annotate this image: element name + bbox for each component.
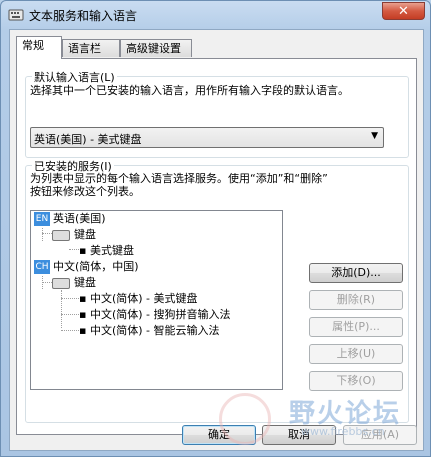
language-badge: CH: [34, 260, 50, 274]
watermark-logo-icon: [219, 393, 271, 445]
tree-item-label: 中文(简体) - 智能云输入法: [89, 324, 220, 337]
installed-services-description-2: 按钮来修改这个列表。: [30, 185, 140, 198]
default-language-description: 选择其中一个已安装的输入语言，用作所有输入字段的默认语言。: [30, 84, 349, 97]
close-button[interactable]: ✕: [382, 2, 425, 20]
tree-item-us-keyboard[interactable]: ▪ 美式键盘: [79, 243, 134, 259]
keyboard-icon: [52, 277, 70, 289]
tree-item-cloud-input[interactable]: ▪ 中文(简体) - 智能云输入法: [79, 323, 220, 339]
tree-line: [42, 228, 43, 241]
dialog-window: 文本服务和输入语言 ✕ 常规 语言栏 高级键设置 默认输入语言(L) 选择其中一…: [0, 0, 431, 457]
move-down-button[interactable]: 下移(O): [309, 371, 403, 391]
tree-item-english-keyboard[interactable]: 键盘: [52, 227, 96, 243]
default-language-title: 默认输入语言(L): [32, 69, 117, 85]
services-tree[interactable]: EN 英语(美国) 键盘 ▪ 美式键盘 CH 中文(简体，中国) 键盘 ▪ 中文…: [30, 210, 283, 390]
watermark-url: www.firebbs.cn: [301, 425, 385, 438]
close-icon: ✕: [398, 4, 409, 19]
tab-general[interactable]: 常规: [16, 36, 62, 59]
tree-item-label: 中文(简体) - 美式键盘: [89, 292, 198, 305]
bullet-icon: ▪: [79, 292, 90, 305]
general-tab-panel: 默认输入语言(L) 选择其中一个已安装的输入语言，用作所有输入字段的默认语言。 …: [16, 58, 417, 435]
bullet-icon: ▪: [79, 324, 90, 337]
installed-services-group: 已安装的服务(I) 为列表中显示的每个输入语言选择服务。使用“添加”和“删除” …: [25, 158, 409, 423]
keyboard-icon: [52, 229, 70, 241]
tab-advanced-key-settings[interactable]: 高级键设置: [120, 39, 192, 57]
dialog-body: 常规 语言栏 高级键设置 默认输入语言(L) 选择其中一个已安装的输入语言，用作…: [9, 29, 424, 451]
language-badge: EN: [34, 212, 50, 226]
default-language-group: 默认输入语言(L) 选择其中一个已安装的输入语言，用作所有输入字段的默认语言。 …: [25, 69, 409, 158]
tree-line: [61, 298, 79, 299]
add-button[interactable]: 添加(D)...: [309, 263, 403, 283]
tree-item-english[interactable]: EN 英语(美国): [34, 211, 106, 227]
tree-line: [69, 249, 79, 250]
move-up-button[interactable]: 上移(U): [309, 344, 403, 364]
tree-line: [61, 290, 62, 328]
default-language-select[interactable]: 英语(美国) - 美式键盘 ▼: [30, 127, 384, 148]
tree-item-chinese-keyboard[interactable]: 键盘: [52, 275, 96, 291]
default-language-value: 英语(美国) - 美式键盘: [34, 133, 142, 146]
tree-item-label: 美式键盘: [89, 244, 134, 257]
bullet-icon: ▪: [79, 244, 90, 257]
tree-item-label: 键盘: [74, 228, 96, 241]
properties-button[interactable]: 属性(P)...: [309, 317, 403, 337]
tree-line: [42, 282, 52, 283]
tree-line: [61, 314, 79, 315]
bullet-icon: ▪: [79, 308, 90, 321]
tree-item-label: 中文(简体) - 搜狗拼音输入法: [89, 308, 231, 321]
keyboard-app-icon: [8, 9, 24, 21]
tree-item-chinese-us-keyboard[interactable]: ▪ 中文(简体) - 美式键盘: [79, 291, 198, 307]
window-title: 文本服务和输入语言: [29, 9, 138, 23]
tree-item-label: 键盘: [74, 276, 96, 289]
tree-item-label: 英语(美国): [53, 212, 106, 225]
installed-services-description-1: 为列表中显示的每个输入语言选择服务。使用“添加”和“删除”: [30, 172, 328, 185]
tree-item-chinese[interactable]: CH 中文(简体，中国): [34, 259, 139, 275]
chevron-down-icon: ▼: [371, 131, 378, 141]
tree-item-sogou-pinyin[interactable]: ▪ 中文(简体) - 搜狗拼音输入法: [79, 307, 231, 323]
tree-line: [61, 330, 79, 331]
tab-language-bar[interactable]: 语言栏: [62, 39, 120, 57]
tree-line: [42, 233, 52, 234]
tree-item-label: 中文(简体，中国): [53, 260, 139, 273]
remove-button[interactable]: 删除(R): [309, 290, 403, 310]
title-bar[interactable]: 文本服务和输入语言 ✕: [1, 1, 430, 29]
